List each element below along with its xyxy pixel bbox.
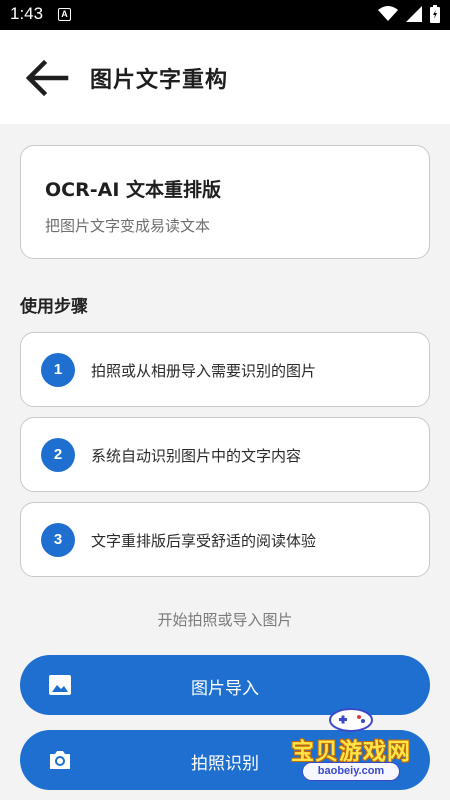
- wifi-icon: [378, 6, 398, 21]
- steps-title: 使用步骤: [20, 297, 88, 317]
- status-icons: [378, 5, 440, 23]
- step-number-badge: 3: [41, 523, 75, 557]
- back-arrow-icon: [25, 59, 69, 97]
- step-number-badge: 1: [41, 353, 75, 387]
- step-card: 3 文字重排版后享受舒适的阅读体验: [20, 502, 430, 577]
- watermark-text: 宝贝游戏网: [291, 739, 411, 765]
- step-card: 1 拍照或从相册导入需要识别的图片: [20, 332, 430, 407]
- watermark-url: baobeiy.com: [302, 762, 400, 781]
- signal-icon: [406, 6, 422, 22]
- start-hint: 开始拍照或导入图片: [157, 611, 293, 629]
- gamepad-icon: [329, 708, 373, 732]
- info-card: OCR-AI 文本重排版 把图片文字变成易读文本: [20, 145, 430, 259]
- step-card: 2 系统自动识别图片中的文字内容: [20, 417, 430, 492]
- step-text: 文字重排版后享受舒适的阅读体验: [91, 532, 317, 550]
- step-text: 拍照或从相册导入需要识别的图片: [91, 362, 317, 380]
- back-button[interactable]: [24, 58, 70, 98]
- notification-icon: A: [58, 8, 71, 21]
- import-button-label: 图片导入: [191, 679, 259, 699]
- info-title: OCR-AI 文本重排版: [45, 179, 222, 201]
- page-title: 图片文字重构: [90, 68, 229, 93]
- app-bar: 图片文字重构: [0, 30, 450, 124]
- info-subtitle: 把图片文字变成易读文本: [45, 217, 211, 235]
- status-bar: 1:43 A: [0, 0, 450, 30]
- battery-icon: [430, 5, 440, 23]
- step-text: 系统自动识别图片中的文字内容: [91, 447, 302, 465]
- step-number-badge: 2: [41, 438, 75, 472]
- watermark-logo: 宝贝游戏网 baobeiy.com: [276, 704, 426, 784]
- status-time: 1:43: [10, 4, 44, 23]
